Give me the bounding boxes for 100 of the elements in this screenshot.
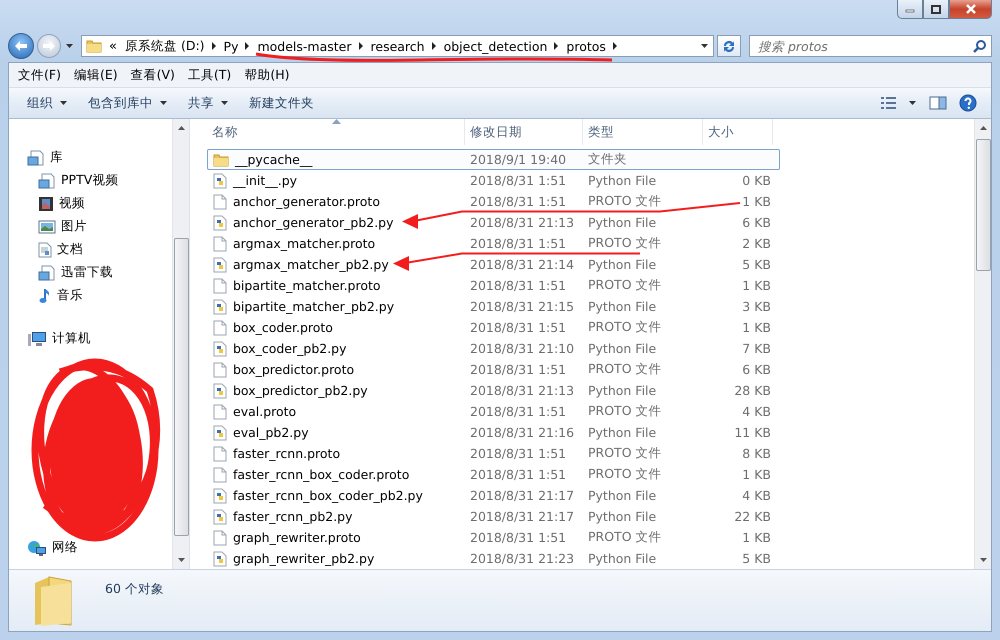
sidebar-item[interactable]: 文档 bbox=[27, 238, 83, 261]
blank-file-icon bbox=[213, 194, 227, 210]
address-bar[interactable]: « 原系统盘 (D:) Py models-master research object_detection protos bbox=[81, 35, 714, 57]
python-file-icon bbox=[213, 172, 227, 188]
sidebar-item[interactable]: 音乐 bbox=[27, 284, 83, 307]
toolbar-button[interactable]: 共享 bbox=[178, 92, 239, 114]
breadcrumb[interactable]: research bbox=[370, 38, 426, 54]
back-button[interactable] bbox=[8, 33, 34, 59]
python-file-icon bbox=[213, 340, 227, 356]
file-row[interactable]: eval_pb2.py 2018/8/31 21:16 Python File 11 KB bbox=[207, 422, 780, 443]
menu-item[interactable]: 帮助(H) bbox=[239, 64, 294, 86]
breadcrumb[interactable]: object_detection bbox=[442, 38, 548, 54]
column-header[interactable]: 大小 bbox=[703, 119, 773, 145]
file-row[interactable]: __init__.py 2018/8/31 1:51 Python File 0 KB bbox=[207, 170, 780, 191]
file-row[interactable]: graph_rewriter_pb2.py 2018/8/31 21:23 Python File 5 KB bbox=[207, 548, 780, 569]
search-field[interactable]: 搜索 protos bbox=[749, 35, 992, 57]
chevron-icon bbox=[612, 42, 618, 50]
file-row[interactable]: faster_rcnn.proto 2018/8/31 1:51 PROTO 文件 8 KB bbox=[207, 443, 780, 464]
library-icon bbox=[27, 150, 45, 166]
sidebar-item[interactable]: 计算机 bbox=[27, 327, 91, 350]
file-row[interactable]: box_predictor.proto 2018/8/31 1:51 PROTO 文件 6 KB bbox=[207, 359, 780, 380]
file-name-cell: __init__.py bbox=[208, 172, 465, 188]
date-cell-text: 2018/8/31 21:17 bbox=[469, 509, 576, 524]
sidebar-item[interactable]: PPTV视频 bbox=[27, 169, 118, 192]
file-name-cell: faster_rcnn_box_coder_pb2.py bbox=[208, 488, 465, 504]
menu-item[interactable]: 编辑(E) bbox=[68, 64, 123, 86]
sidebar-item[interactable]: 迅雷下载 bbox=[27, 261, 113, 284]
scrollbar[interactable] bbox=[172, 119, 189, 569]
breadcrumb[interactable]: Py bbox=[222, 38, 240, 54]
type-cell-text: Python File bbox=[587, 488, 658, 503]
file-row[interactable]: box_coder.proto 2018/8/31 1:51 PROTO 文件 1 KB bbox=[207, 317, 780, 338]
file-row[interactable]: anchor_generator.proto 2018/8/31 1:51 PROTO 文件 1 KB bbox=[207, 191, 780, 212]
file-row[interactable]: argmax_matcher_pb2.py 2018/8/31 21:14 Python File 5 KB bbox=[207, 254, 780, 275]
sidebar-item[interactable]: 视频 bbox=[27, 192, 85, 215]
chevron-icon bbox=[245, 42, 250, 50]
file-row[interactable]: graph_rewriter.proto 2018/8/31 1:51 PROTO 文件 1 KB bbox=[207, 527, 780, 548]
size-cell-text: 1 KB bbox=[741, 320, 772, 335]
file-name-cell: faster_rcnn.proto bbox=[208, 446, 465, 462]
toolbar-button[interactable]: 新建文件夹 bbox=[239, 92, 324, 114]
history-dropdown[interactable] bbox=[64, 44, 76, 48]
date-cell-text: 2018/8/31 1:51 bbox=[469, 236, 568, 251]
column-header[interactable]: 修改日期 bbox=[465, 119, 583, 145]
file-row[interactable]: box_coder_pb2.py 2018/8/31 21:10 Python File 7 KB bbox=[207, 338, 780, 359]
breadcrumb[interactable]: 原系统盘 (D:) bbox=[124, 38, 206, 54]
date-cell-text: 2018/8/31 21:17 bbox=[469, 488, 576, 503]
date-cell-text: 2018/8/31 1:51 bbox=[469, 467, 568, 482]
date-cell-text: 2018/8/31 1:51 bbox=[469, 194, 568, 209]
caret-icon bbox=[221, 100, 229, 106]
document-icon bbox=[38, 242, 52, 258]
scrollbar[interactable] bbox=[974, 119, 991, 569]
file-row[interactable]: faster_rcnn_box_coder.proto 2018/8/31 1:51 PROTO 文件 1 KB bbox=[207, 464, 780, 485]
close-button[interactable] bbox=[949, 0, 992, 19]
sidebar-item[interactable]: 网络 bbox=[27, 536, 78, 559]
file-name-cell: box_predictor.proto bbox=[208, 362, 465, 378]
file-row[interactable]: faster_rcnn_box_coder_pb2.py 2018/8/31 21:17 Python File 4 KB bbox=[207, 485, 780, 506]
caret-icon bbox=[160, 100, 168, 106]
file-name-cell: graph_rewriter_pb2.py bbox=[208, 550, 465, 566]
toolbar-button[interactable]: 组织 bbox=[17, 92, 78, 114]
python-file-icon bbox=[213, 298, 227, 314]
breadcrumb[interactable]: protos bbox=[565, 38, 607, 54]
file-row[interactable]: box_predictor_pb2.py 2018/8/31 21:13 Python File 28 KB bbox=[207, 380, 780, 401]
maximize-icon bbox=[931, 4, 941, 14]
library-icon bbox=[38, 172, 56, 188]
minimize-button[interactable] bbox=[897, 0, 923, 19]
column-header[interactable]: 名称 bbox=[207, 119, 465, 145]
file-row[interactable]: bipartite_matcher.proto 2018/8/31 1:51 PROTO 文件 1 KB bbox=[207, 275, 780, 296]
file-name-cell: argmax_matcher_pb2.py bbox=[208, 256, 465, 272]
python-file-icon bbox=[213, 382, 227, 398]
file-row[interactable]: argmax_matcher.proto 2018/8/31 1:51 PROTO 文件 2 KB bbox=[207, 233, 780, 254]
maximize-button[interactable] bbox=[923, 0, 949, 19]
sidebar-item[interactable]: 库 bbox=[27, 146, 63, 169]
forward-arrow-icon bbox=[42, 40, 56, 52]
file-row[interactable]: __pycache__ 2018/9/1 19:40 文件夹 bbox=[207, 149, 780, 170]
preview-pane-icon bbox=[929, 96, 947, 110]
refresh-button[interactable] bbox=[717, 35, 741, 57]
toolbar-button[interactable]: 包含到库中 bbox=[78, 92, 178, 114]
refresh-icon bbox=[722, 39, 736, 53]
file-row[interactable]: faster_rcnn_pb2.py 2018/8/31 21:17 Python File 22 KB bbox=[207, 506, 780, 527]
file-name-cell: faster_rcnn_pb2.py bbox=[208, 508, 465, 524]
file-name-cell: eval.proto bbox=[208, 404, 465, 420]
file-name-cell: graph_rewriter.proto bbox=[208, 530, 465, 546]
file-row[interactable]: bipartite_matcher_pb2.py 2018/8/31 21:15 Python File 3 KB bbox=[207, 296, 780, 317]
overflow-crumb[interactable]: « bbox=[108, 38, 118, 54]
file-row[interactable]: eval.proto 2018/8/31 1:51 PROTO 文件 4 KB bbox=[207, 401, 780, 422]
blank-file-icon bbox=[213, 278, 227, 294]
menu-item[interactable]: 文件(F) bbox=[13, 64, 66, 86]
view-list-icon bbox=[881, 97, 897, 109]
file-name-cell: argmax_matcher.proto bbox=[208, 236, 465, 252]
file-name-cell: bipartite_matcher.proto bbox=[208, 278, 465, 294]
file-row[interactable]: anchor_generator_pb2.py 2018/8/31 21:13 Python File 6 KB bbox=[207, 212, 780, 233]
column-header[interactable]: 类型 bbox=[583, 119, 703, 145]
type-cell-text: PROTO 文件 bbox=[587, 277, 663, 294]
breadcrumb[interactable]: models-master bbox=[256, 38, 353, 54]
menu-item[interactable]: 工具(T) bbox=[182, 64, 236, 86]
picture-icon bbox=[38, 220, 56, 234]
menu-item[interactable]: 查看(V) bbox=[126, 64, 180, 86]
type-cell-text: Python File bbox=[587, 257, 658, 272]
type-cell-text: PROTO 文件 bbox=[587, 193, 663, 210]
date-cell-text: 2018/8/31 1:51 bbox=[469, 446, 568, 461]
sidebar-item[interactable]: 图片 bbox=[27, 215, 87, 238]
